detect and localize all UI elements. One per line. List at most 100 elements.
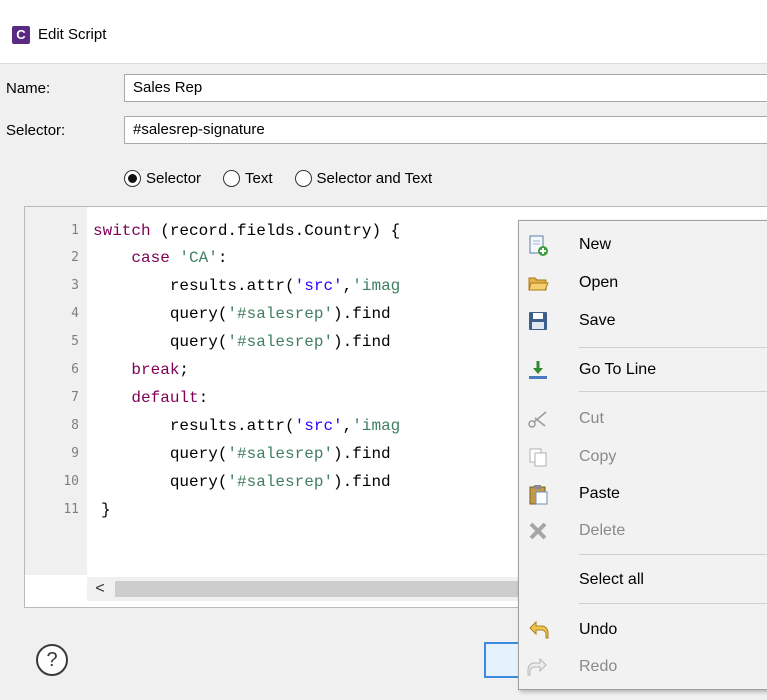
open-folder-icon: [527, 272, 549, 294]
menu-item-select-all[interactable]: Select all: [519, 564, 767, 596]
code-token: break: [131, 361, 180, 379]
line-number: 2: [71, 250, 79, 265]
menu-item-label: Redo: [579, 658, 618, 675]
menu-separator: [579, 391, 767, 392]
menu-item-go-to-line[interactable]: Go To Line: [519, 354, 767, 386]
code-line: case 'CA':: [93, 248, 227, 268]
selector-label: Selector:: [6, 122, 66, 139]
menu-item-label: New: [579, 236, 612, 253]
title-bar: C Edit Script: [0, 0, 767, 64]
code-token: ).find: [333, 473, 391, 491]
radio-selector-and-text-circle[interactable]: [294, 169, 312, 187]
menu-item-label: Select all: [579, 571, 644, 588]
code-token: '#salesrep': [227, 445, 334, 463]
radio-selector-label: Selector: [146, 169, 202, 187]
menu-item-label: Save: [579, 312, 616, 329]
selector-field[interactable]: #salesrep-signature: [124, 116, 767, 144]
code-token: ).find: [333, 445, 391, 463]
radio-selector-and-text[interactable]: Selector and Text: [294, 169, 432, 187]
code-line: break;: [93, 360, 189, 380]
paste-clipboard-icon: [527, 483, 549, 505]
help-button[interactable]: ?: [36, 644, 68, 676]
context-menu: New Open Save Go To Line Cut Copy Paste Delete S…: [518, 220, 767, 690]
redo-arrow-icon: [527, 656, 549, 678]
code-token: case: [131, 249, 170, 267]
code-token: '#salesrep': [227, 305, 334, 323]
code-token: results.attr(: [93, 417, 295, 435]
code-token: 'CA': [179, 249, 218, 267]
code-token: default: [131, 389, 199, 407]
code-token: ).find: [333, 305, 391, 323]
menu-item-paste[interactable]: Paste: [519, 478, 767, 510]
menu-item-save[interactable]: Save: [519, 305, 767, 337]
code-token: :: [217, 249, 228, 267]
code-token: 'src': [294, 277, 343, 295]
go-to-line-icon: [527, 359, 549, 381]
line-number: 1: [71, 223, 79, 238]
code-line: query('#salesrep').find: [93, 304, 391, 324]
code-token: switch: [93, 222, 151, 240]
code-token: '#salesrep': [227, 473, 334, 491]
code-token: 'imag: [352, 277, 401, 295]
app-icon: C: [12, 26, 30, 44]
line-number-gutter: 1 2 3 4 5 6 7 8 9 10 11: [25, 207, 87, 575]
new-file-icon: [527, 234, 549, 256]
menu-item-redo[interactable]: Redo: [519, 651, 767, 683]
code-token: ,: [342, 277, 353, 295]
menu-item-label: Cut: [579, 410, 604, 427]
code-line: query('#salesrep').find: [93, 472, 391, 492]
menu-item-delete[interactable]: Delete: [519, 515, 767, 547]
menu-item-new[interactable]: New: [519, 229, 767, 261]
scrollbar-thumb[interactable]: [115, 581, 535, 597]
window-title: Edit Script: [38, 26, 107, 43]
code-token: ;: [179, 361, 190, 379]
line-number: 9: [71, 446, 79, 461]
code-line: query('#salesrep').find: [93, 332, 391, 352]
code-token: query(: [93, 305, 228, 323]
save-disk-icon: [527, 310, 549, 332]
name-label: Name:: [6, 80, 51, 97]
radio-text-circle[interactable]: [223, 169, 241, 187]
line-number: 8: [71, 418, 79, 433]
code-token: query(: [93, 333, 228, 351]
code-token: }: [101, 501, 111, 519]
code-token: (record.fields.Country) {: [150, 222, 401, 240]
scissors-icon: [527, 408, 549, 430]
code-token: 'imag: [352, 417, 401, 435]
delete-x-icon: [527, 520, 549, 542]
name-field[interactable]: Sales Rep: [124, 74, 767, 102]
line-number: 5: [71, 334, 79, 349]
menu-item-label: Copy: [579, 448, 617, 465]
menu-item-open[interactable]: Open: [519, 267, 767, 299]
copy-icon: [527, 446, 549, 468]
code-token: 'src': [294, 417, 343, 435]
radio-selector[interactable]: Selector: [124, 169, 202, 187]
code-line: }: [101, 500, 111, 520]
code-token: ,: [342, 417, 353, 435]
code-token: query(: [93, 445, 228, 463]
match-mode-radio-group: Selector Text Selector and Text: [124, 166, 454, 190]
menu-separator: [579, 347, 767, 348]
line-number: 7: [71, 390, 79, 405]
code-token: ).find: [333, 333, 391, 351]
code-line: query('#salesrep').find: [93, 444, 391, 464]
scroll-left-arrow-icon[interactable]: <: [89, 579, 111, 599]
menu-item-undo[interactable]: Undo: [519, 614, 767, 646]
line-number: 10: [63, 474, 79, 489]
line-number: 11: [63, 502, 79, 517]
code-token: '#salesrep': [227, 333, 334, 351]
menu-separator: [579, 603, 767, 604]
menu-item-label: Paste: [579, 485, 620, 502]
line-number: 3: [71, 278, 79, 293]
radio-text[interactable]: Text: [223, 169, 273, 187]
menu-item-cut[interactable]: Cut: [519, 403, 767, 435]
line-number: 4: [71, 306, 79, 321]
code-token: :: [198, 389, 209, 407]
radio-selector-circle[interactable]: [124, 169, 141, 187]
menu-item-copy[interactable]: Copy: [519, 441, 767, 473]
undo-arrow-icon: [527, 619, 549, 641]
code-line: results.attr('src','imag: [93, 276, 400, 296]
